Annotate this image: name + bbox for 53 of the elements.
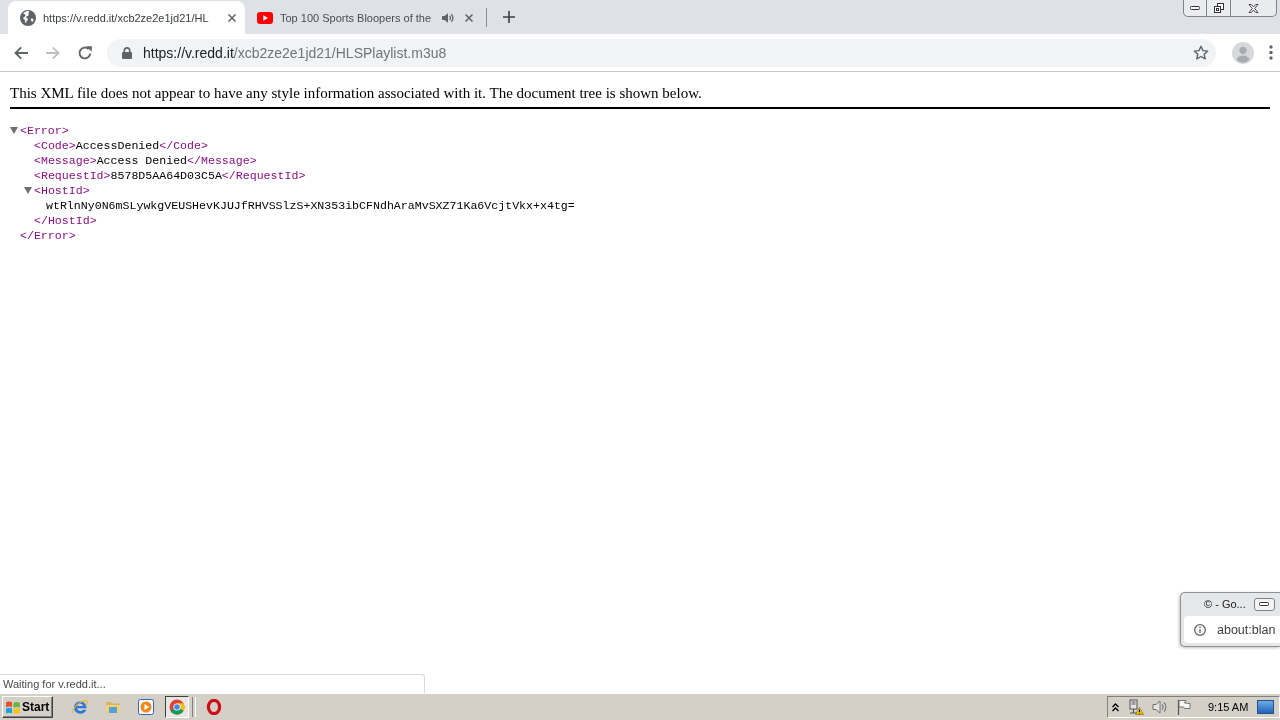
minimize-icon <box>1190 6 1200 10</box>
reload-icon[interactable] <box>77 44 93 61</box>
xml-text: wtRlnNy0N6mSLywkgVEUSHevKJUJfRHVSSlzS+XN353ibCFNdhAraMvSXZ71Ka6VcjtVkx+x4tg= <box>46 198 575 213</box>
menu-icon[interactable] <box>1269 45 1273 60</box>
taskbar-button[interactable] <box>165 696 189 718</box>
url-text: about:blan <box>1217 622 1276 637</box>
status-bubble: Waiting for v.redd.it... <box>0 674 425 693</box>
show-desktop-icon[interactable] <box>1257 700 1275 714</box>
xml-tag: </HostId> <box>34 213 97 228</box>
speaker-icon[interactable] <box>442 11 454 24</box>
xml-notice: This XML file does not appear to have any style information associated with it. The document tree is shown below. <box>10 85 702 101</box>
lock-icon <box>122 46 132 59</box>
letter-e-icon <box>72 699 88 715</box>
restore-icon <box>1213 3 1224 13</box>
flag-icon[interactable] <box>1177 699 1191 715</box>
browser-tab[interactable]: https://v.redd.it/xcb2ze2e1jd21/HL <box>8 1 245 34</box>
minimize-button[interactable] <box>1253 597 1275 611</box>
expand-toggle-icon[interactable] <box>10 126 18 135</box>
minimize-icon <box>1259 602 1270 606</box>
window-title: © - Go... <box>1204 598 1246 610</box>
address-bar[interactable]: about:blan <box>1184 616 1280 643</box>
expand-toggle-icon[interactable] <box>24 186 32 195</box>
chevron-up-icon[interactable] <box>1112 702 1119 712</box>
xml-tag: <Error> <box>20 123 69 138</box>
xml-tag: </Error> <box>20 228 76 243</box>
close-window-button[interactable] <box>1231 0 1277 17</box>
close-icon[interactable] <box>228 13 236 22</box>
network-warning-icon[interactable] <box>1128 699 1144 715</box>
close-icon <box>1248 3 1259 13</box>
xml-element-line: <Code>AccessDenied</Code> <box>34 138 208 153</box>
play-logo-icon <box>257 11 273 24</box>
url-text: https://v.redd.it/xcb2ze2e1jd21/HLSPlaylist.m3u8 <box>143 44 448 61</box>
play-tile-icon <box>138 699 154 715</box>
windows-logo-icon <box>5 699 21 715</box>
back-arrow-icon[interactable] <box>13 44 29 61</box>
start-button[interactable]: Start <box>2 696 53 718</box>
close-icon[interactable] <box>465 13 473 22</box>
ring-logo-icon <box>206 699 222 715</box>
star-icon[interactable] <box>1193 44 1209 61</box>
xml-tag: <HostId> <box>34 183 90 198</box>
minimize-button[interactable] <box>1183 0 1207 17</box>
restore-button[interactable] <box>1207 0 1231 17</box>
globe-icon <box>20 9 36 26</box>
clock: 9:15 AM <box>1208 701 1249 713</box>
info-icon[interactable] <box>1194 623 1206 636</box>
xml-element-line: <Message>Access Denied</Message> <box>34 153 257 168</box>
folder-icon <box>105 699 121 715</box>
speaker-icon[interactable] <box>1152 699 1168 715</box>
round-logo-icon <box>169 699 185 715</box>
browser-tab[interactable]: Top 100 Sports Bloopers of the <box>245 1 482 34</box>
address-bar[interactable]: https://v.redd.it/xcb2ze2e1jd21/HLSPlaylist.m3u8 <box>107 38 1216 67</box>
xml-element-line: <RequestId>8578D5AA64D03C5A</RequestId> <box>34 168 306 183</box>
plus-icon[interactable] <box>503 11 515 23</box>
